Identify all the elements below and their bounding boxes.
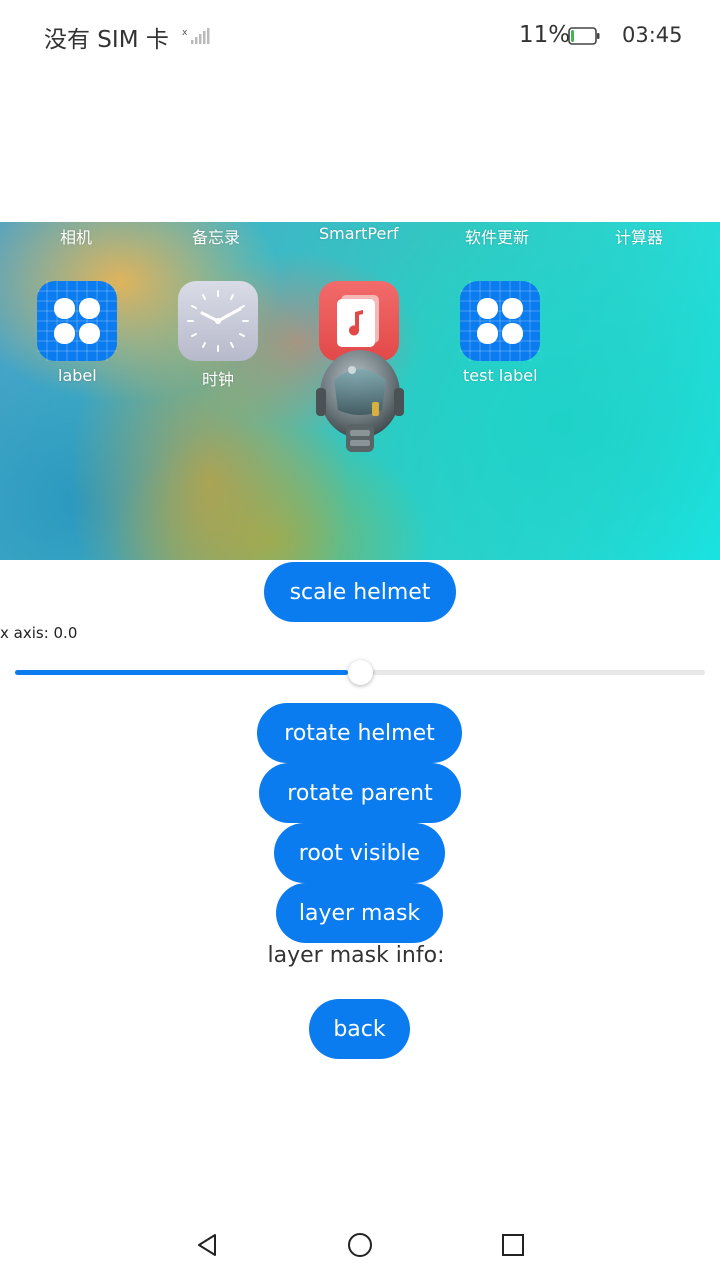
scale-helmet-button[interactable]: scale helmet	[264, 562, 456, 622]
recents-square-icon[interactable]	[498, 1230, 528, 1260]
top-label-calculator: 计算器	[615, 228, 664, 247]
home-circle-icon[interactable]	[345, 1230, 375, 1260]
slider-fill	[15, 670, 348, 675]
top-label-camera: 相机	[60, 228, 93, 247]
layer-mask-info: layer mask info:	[267, 943, 445, 968]
signal-icon: x	[182, 28, 210, 44]
back-triangle-icon[interactable]	[193, 1230, 223, 1260]
clock-icon[interactable]	[178, 281, 258, 361]
slider-thumb[interactable]	[348, 660, 373, 685]
root-visible-button[interactable]: root visible	[274, 823, 445, 883]
rotate-helmet-button[interactable]: rotate helmet	[257, 703, 462, 763]
svg-text:x: x	[182, 28, 188, 38]
helmet-model[interactable]	[312, 340, 408, 460]
navigation-bar	[0, 1216, 720, 1276]
battery-percent: 11%	[519, 22, 571, 48]
scene-viewport[interactable]: 相机 备忘录 SmartPerf 软件更新 计算器 label 时钟 test …	[0, 222, 720, 560]
carrier-text: 没有 SIM 卡	[44, 27, 169, 53]
app-grid-icon[interactable]	[460, 281, 540, 361]
battery-icon	[568, 27, 600, 45]
back-button[interactable]: back	[309, 999, 410, 1059]
x-axis-slider[interactable]	[15, 660, 705, 685]
top-label-smartperf: SmartPerf	[319, 224, 399, 243]
clock-text: 03:45	[622, 23, 683, 47]
rotate-parent-button[interactable]: rotate parent	[259, 763, 461, 823]
top-label-memo: 备忘录	[192, 228, 241, 247]
x-axis-label: x axis: 0.0	[0, 624, 78, 642]
layer-mask-button[interactable]: layer mask	[276, 883, 443, 943]
status-bar: 没有 SIM 卡 x 11% 03:45	[0, 0, 720, 72]
app-grid-icon[interactable]	[37, 281, 117, 361]
top-label-update: 软件更新	[465, 228, 530, 247]
icon-label-2: 时钟	[202, 370, 235, 389]
icon-label-4: test label	[463, 366, 538, 385]
icon-label-1: label	[58, 366, 97, 385]
